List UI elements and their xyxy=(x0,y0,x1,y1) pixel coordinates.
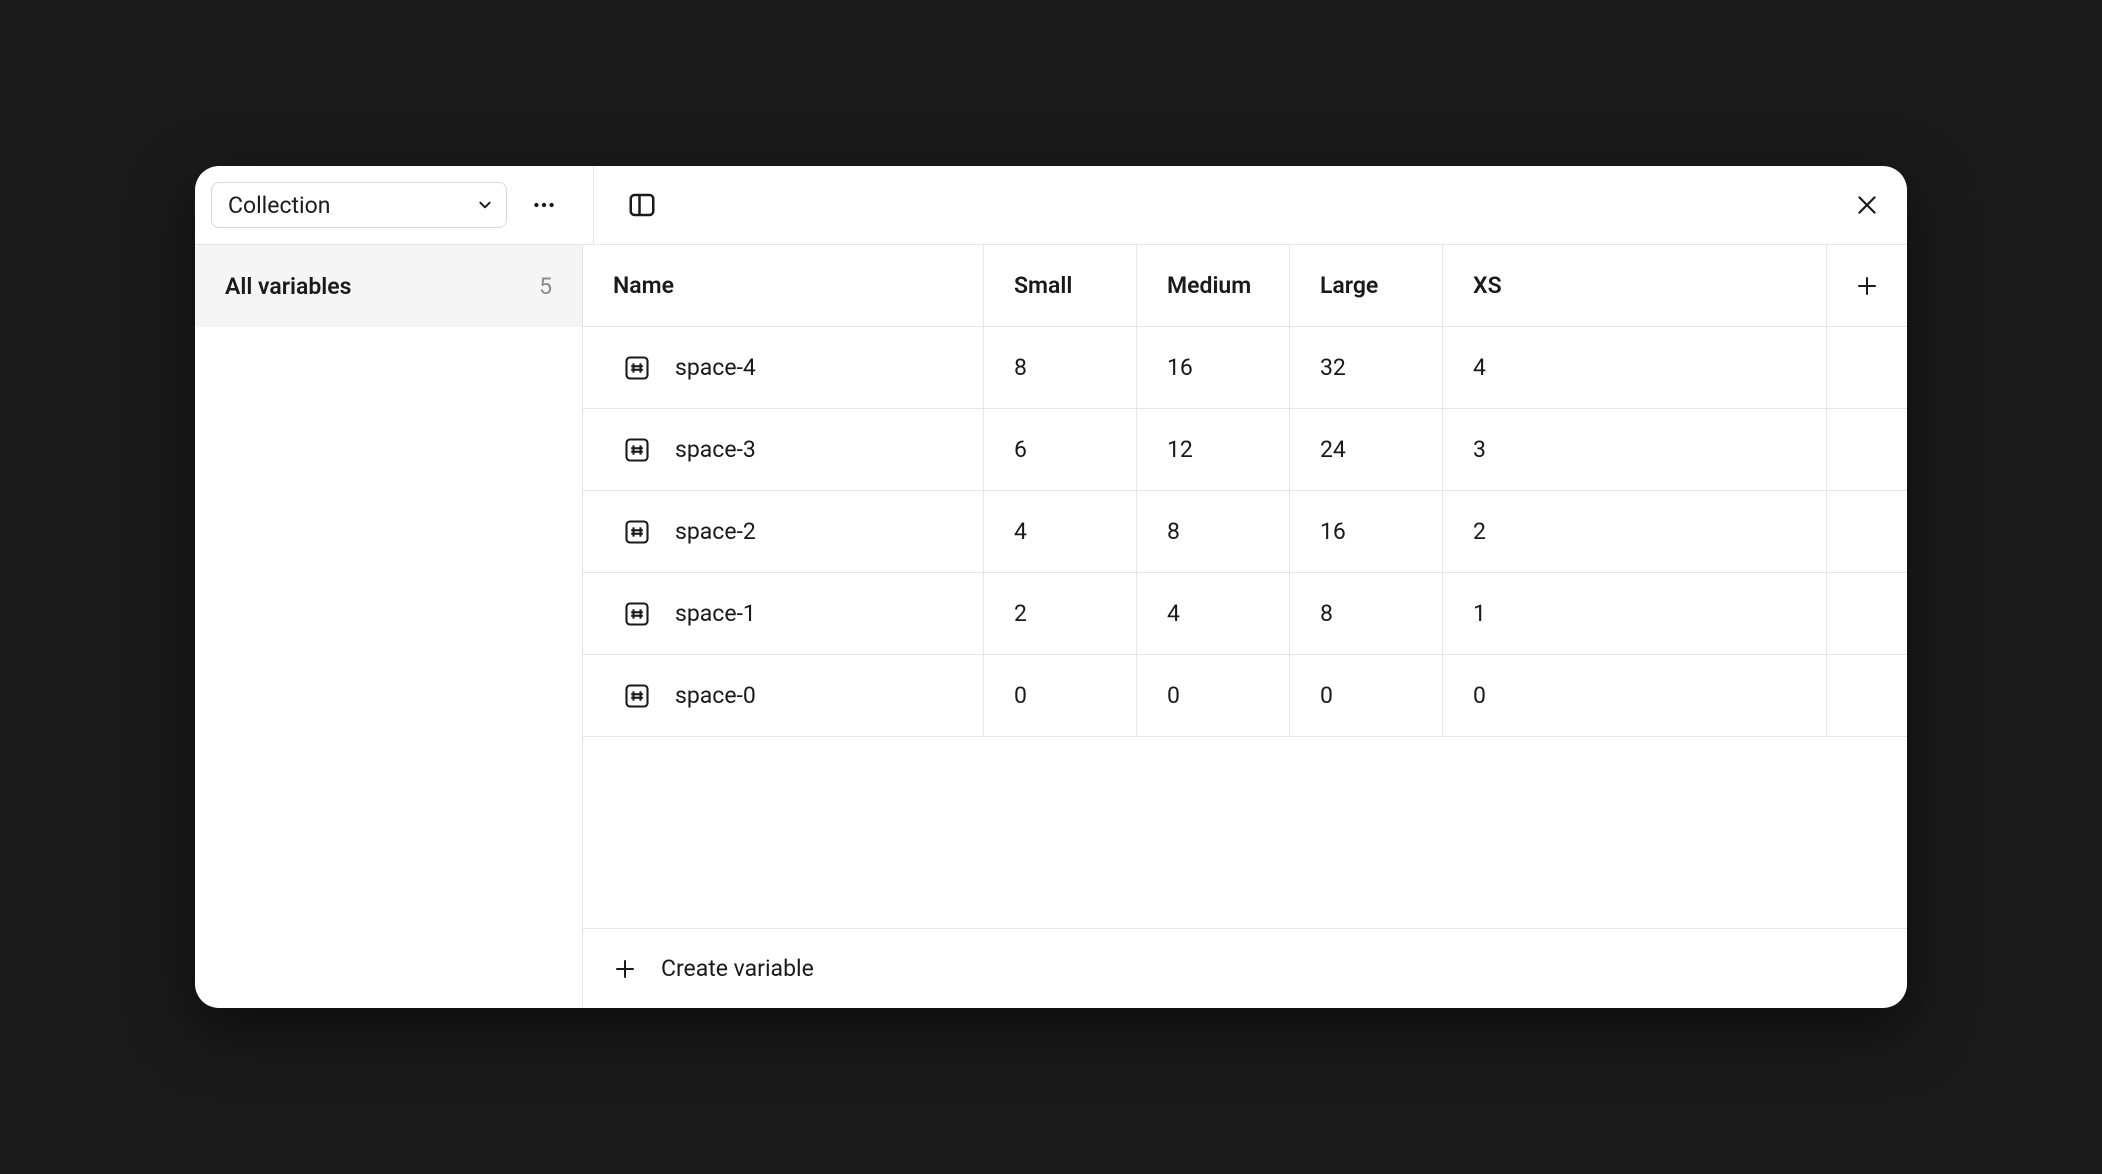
number-variable-icon xyxy=(623,600,651,628)
sidebar-item-all-variables[interactable]: All variables 5 xyxy=(195,245,582,327)
cell-medium[interactable]: 0 xyxy=(1137,655,1290,736)
topbar-right xyxy=(594,166,1907,244)
cell-xs[interactable]: 2 xyxy=(1443,491,1827,572)
topbar-left: Collection xyxy=(195,166,594,244)
cell-name[interactable]: space-2 xyxy=(583,491,984,572)
plus-icon xyxy=(613,957,637,981)
add-mode-button[interactable] xyxy=(1827,245,1907,326)
variable-name: space-0 xyxy=(675,682,756,709)
cell-end xyxy=(1827,655,1907,736)
sidebar-item-label: All variables xyxy=(225,273,351,300)
cell-medium[interactable]: 12 xyxy=(1137,409,1290,490)
number-variable-icon xyxy=(623,354,651,382)
cell-large[interactable]: 0 xyxy=(1290,655,1443,736)
cell-large[interactable]: 24 xyxy=(1290,409,1443,490)
cell-name[interactable]: space-4 xyxy=(583,327,984,408)
table-row[interactable]: space-2 4 8 16 2 xyxy=(583,491,1907,573)
sidebar-icon xyxy=(627,190,657,220)
cell-xs[interactable]: 4 xyxy=(1443,327,1827,408)
more-options-button[interactable] xyxy=(521,182,567,228)
cell-medium[interactable]: 16 xyxy=(1137,327,1290,408)
table-body: space-4 8 16 32 4 space-3 6 12 24 3 spac… xyxy=(583,327,1907,928)
cell-name[interactable]: space-3 xyxy=(583,409,984,490)
cell-small[interactable]: 8 xyxy=(984,327,1137,408)
column-header-xs[interactable]: XS xyxy=(1443,245,1827,326)
cell-small[interactable]: 2 xyxy=(984,573,1137,654)
create-variable-label: Create variable xyxy=(661,955,814,982)
column-header-small[interactable]: Small xyxy=(984,245,1137,326)
cell-xs[interactable]: 3 xyxy=(1443,409,1827,490)
chevron-down-icon xyxy=(478,198,492,212)
cell-end xyxy=(1827,491,1907,572)
cell-small[interactable]: 4 xyxy=(984,491,1137,572)
number-variable-icon xyxy=(623,518,651,546)
cell-end xyxy=(1827,573,1907,654)
variables-panel: Collection xyxy=(195,166,1907,1008)
table-header-row: Name Small Medium Large XS xyxy=(583,245,1907,327)
cell-large[interactable]: 32 xyxy=(1290,327,1443,408)
main-area: Name Small Medium Large XS space-4 xyxy=(583,245,1907,1008)
table-row[interactable]: space-3 6 12 24 3 xyxy=(583,409,1907,491)
cell-name[interactable]: space-0 xyxy=(583,655,984,736)
close-icon xyxy=(1854,192,1880,218)
cell-end xyxy=(1827,409,1907,490)
variable-name: space-4 xyxy=(675,354,756,381)
cell-name[interactable]: space-1 xyxy=(583,573,984,654)
cell-xs[interactable]: 0 xyxy=(1443,655,1827,736)
number-variable-icon xyxy=(623,682,651,710)
variable-name: space-2 xyxy=(675,518,756,545)
sidebar-item-count: 5 xyxy=(539,273,552,300)
sidebar: All variables 5 xyxy=(195,245,583,1008)
panel-body: All variables 5 Name Small Medium Large … xyxy=(195,245,1907,1008)
topbar: Collection xyxy=(195,166,1907,245)
cell-large[interactable]: 16 xyxy=(1290,491,1443,572)
column-header-medium[interactable]: Medium xyxy=(1137,245,1290,326)
toggle-sidebar-button[interactable] xyxy=(624,187,660,223)
collection-dropdown-label: Collection xyxy=(228,192,330,219)
cell-small[interactable]: 6 xyxy=(984,409,1137,490)
variable-name: space-1 xyxy=(675,600,756,627)
more-horizontal-icon xyxy=(531,192,557,218)
cell-end xyxy=(1827,327,1907,408)
column-header-large[interactable]: Large xyxy=(1290,245,1443,326)
cell-medium[interactable]: 8 xyxy=(1137,491,1290,572)
cell-large[interactable]: 8 xyxy=(1290,573,1443,654)
plus-icon xyxy=(1855,274,1879,298)
close-button[interactable] xyxy=(1849,187,1885,223)
cell-xs[interactable]: 1 xyxy=(1443,573,1827,654)
column-header-name[interactable]: Name xyxy=(583,245,984,326)
collection-dropdown[interactable]: Collection xyxy=(211,182,507,228)
cell-small[interactable]: 0 xyxy=(984,655,1137,736)
variable-name: space-3 xyxy=(675,436,756,463)
create-variable-button[interactable]: Create variable xyxy=(583,928,1907,1008)
table-row[interactable]: space-0 0 0 0 0 xyxy=(583,655,1907,737)
table-row[interactable]: space-4 8 16 32 4 xyxy=(583,327,1907,409)
number-variable-icon xyxy=(623,436,651,464)
table-row[interactable]: space-1 2 4 8 1 xyxy=(583,573,1907,655)
cell-medium[interactable]: 4 xyxy=(1137,573,1290,654)
